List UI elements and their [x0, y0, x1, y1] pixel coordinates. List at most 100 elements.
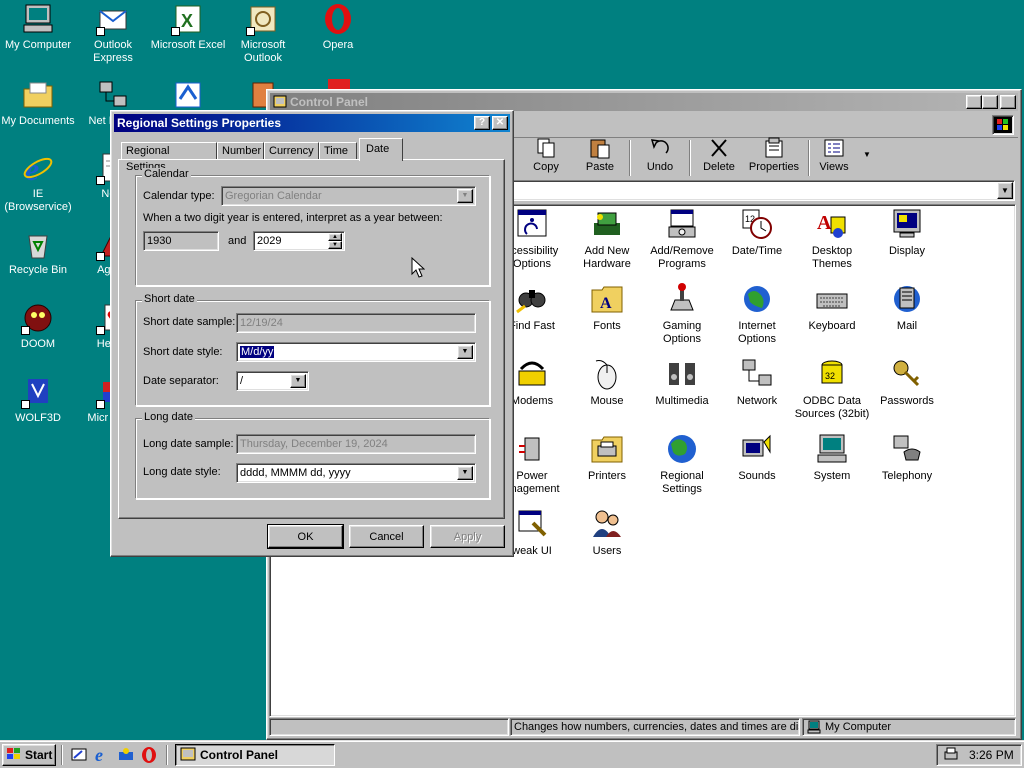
network-icon [740, 357, 774, 391]
cp-item-internet-options[interactable]: Internet Options [719, 282, 795, 346]
short-date-style-combobox[interactable]: M/d/yy ▼ [236, 342, 476, 362]
ok-button[interactable]: OK [267, 524, 344, 549]
mail-icon [890, 282, 924, 316]
mouse-cursor-icon [411, 256, 426, 282]
desktop-icon-outlook-express[interactable]: ↗ Outlook Express [75, 3, 151, 65]
toolbar-copy-button[interactable]: Copy [522, 137, 570, 173]
properties-icon [762, 137, 786, 159]
minimize-button[interactable]: _ [966, 95, 982, 109]
sounds-icon [740, 432, 774, 466]
year-to-spinner[interactable]: 2029 ▲ ▼ [253, 231, 345, 251]
toolbar-properties-button[interactable]: Properties [745, 137, 803, 173]
control-panel-icon [180, 747, 196, 764]
tab-number[interactable]: Number [217, 142, 264, 160]
toolbar-delete-button[interactable]: Delete [695, 137, 743, 173]
chevron-down-icon[interactable]: ▼ [290, 374, 306, 388]
desktop-icon-wolf3d[interactable]: ↗ WOLF3D [0, 376, 76, 425]
cp-item-users[interactable]: Users [569, 507, 645, 558]
short-date-style-label: Short date style: [143, 346, 223, 358]
toolbar-views-button[interactable]: Views [812, 137, 856, 173]
desktop-icon-my-documents[interactable]: My Documents [0, 79, 76, 128]
tab-time[interactable]: Time [319, 142, 357, 160]
apply-button[interactable]: Apply [430, 525, 505, 548]
cp-item-mail[interactable]: Mail [869, 282, 945, 333]
taskbar-control-panel-button[interactable]: Control Panel [175, 744, 335, 766]
chevron-down-icon: ▼ [457, 189, 473, 203]
multimedia-icon [665, 357, 699, 391]
close-button[interactable]: ✕ [1000, 95, 1016, 109]
cp-item-odbc[interactable]: 32 ODBC Data Sources (32bit) [794, 357, 870, 421]
ie-icon: e [22, 151, 54, 187]
address-bar[interactable]: ▼ [512, 180, 1015, 201]
shortcut-icon [172, 79, 204, 111]
display-icon [890, 207, 924, 241]
cp-item-telephony[interactable]: Telephony [869, 432, 945, 483]
cp-item-sounds[interactable]: Sounds [719, 432, 795, 483]
cp-item-date-time[interactable]: 12 Date/Time [719, 207, 795, 258]
views-dropdown-arrow-icon[interactable]: ▼ [863, 150, 871, 159]
cp-item-fonts[interactable]: A Fonts [569, 282, 645, 333]
control-panel-title: Control Panel [290, 95, 369, 109]
desktop-icon-recycle-bin[interactable]: Recycle Bin [0, 228, 76, 277]
cp-item-network[interactable]: Network [719, 357, 795, 408]
doom-icon: ↗ [21, 302, 54, 335]
cp-item-gaming-options[interactable]: Gaming Options [644, 282, 720, 346]
help-button[interactable]: ? [474, 116, 490, 130]
cp-item-regional-settings[interactable]: Regional Settings [644, 432, 720, 496]
cp-item-mouse[interactable]: Mouse [569, 357, 645, 408]
tab-currency[interactable]: Currency [264, 142, 319, 160]
cp-item-display[interactable]: Display [869, 207, 945, 258]
cp-item-keyboard[interactable]: Keyboard [794, 282, 870, 333]
svg-text:32: 32 [825, 371, 835, 381]
clock[interactable]: 3:26 PM [969, 748, 1014, 762]
add-hardware-icon [590, 207, 624, 241]
dialog-title: Regional Settings Properties [117, 116, 282, 130]
find-fast-icon [515, 282, 549, 316]
chevron-down-icon[interactable]: ▼ [457, 466, 473, 480]
desktop-icon-outlook[interactable]: ↗ Microsoft Outlook [225, 3, 301, 65]
modems-icon [515, 357, 549, 391]
desktop-icon-opera[interactable]: Opera [300, 3, 376, 52]
cp-item-multimedia[interactable]: Multimedia [644, 357, 720, 408]
cp-item-add-remove-programs[interactable]: Add/Remove Programs [644, 207, 720, 271]
spin-down-icon[interactable]: ▼ [328, 241, 342, 249]
cancel-button[interactable]: Cancel [349, 525, 424, 548]
long-date-sample-label: Long date sample: [143, 438, 234, 450]
desktop-icon-my-computer[interactable]: My Computer [0, 3, 76, 52]
cp-item-printers[interactable]: Printers [569, 432, 645, 483]
users-icon [590, 507, 624, 541]
cp-item-desktop-themes[interactable]: A Desktop Themes [794, 207, 870, 271]
quick-launch-ie-icon[interactable]: e [94, 745, 112, 766]
control-panel-titlebar[interactable]: Control Panel _ □ ✕ [270, 93, 1018, 111]
desktop-icon-excel[interactable]: X ↗ Microsoft Excel [150, 3, 226, 52]
delete-icon [707, 137, 731, 159]
quick-launch-opera-icon[interactable] [140, 746, 158, 767]
quick-launch-desktop-icon[interactable] [70, 746, 88, 767]
odbc-icon: 32 [815, 357, 849, 391]
chevron-down-icon[interactable]: ▼ [457, 345, 473, 359]
quick-launch-channels-icon[interactable] [117, 746, 135, 767]
long-date-style-combobox[interactable]: dddd, MMMM dd, yyyy ▼ [236, 463, 476, 483]
start-button[interactable]: Start [2, 744, 56, 766]
cp-item-passwords[interactable]: Passwords [869, 357, 945, 408]
opera-icon [322, 3, 354, 35]
toolbar-undo-button[interactable]: Undo [636, 137, 684, 173]
tab-regional-settings[interactable]: Regional Settings [121, 142, 217, 173]
taskbar: Start e Control Panel 3:26 PM [0, 740, 1024, 768]
dialog-titlebar[interactable]: Regional Settings Properties ? ✕ [114, 114, 510, 132]
maximize-button[interactable]: □ [982, 95, 998, 109]
toolbar-paste-button[interactable]: Paste [576, 137, 624, 173]
power-icon [515, 432, 549, 466]
calendar-type-label: Calendar type: [143, 190, 215, 202]
desktop-icon-ie[interactable]: e IE (Browservice) [0, 151, 76, 214]
dialog-close-button[interactable]: ✕ [492, 116, 508, 130]
tab-date[interactable]: Date [359, 138, 403, 161]
mouse-icon [590, 357, 624, 391]
address-dropdown-button[interactable]: ▼ [997, 182, 1013, 199]
cp-item-add-new-hardware[interactable]: Add New Hardware [569, 207, 645, 271]
date-separator-combobox[interactable]: / ▼ [236, 371, 309, 391]
tray-printer-icon[interactable] [943, 746, 959, 765]
long-date-group: Long date [135, 411, 490, 499]
cp-item-system[interactable]: System [794, 432, 870, 483]
desktop-icon-doom[interactable]: ↗ DOOM [0, 302, 76, 351]
